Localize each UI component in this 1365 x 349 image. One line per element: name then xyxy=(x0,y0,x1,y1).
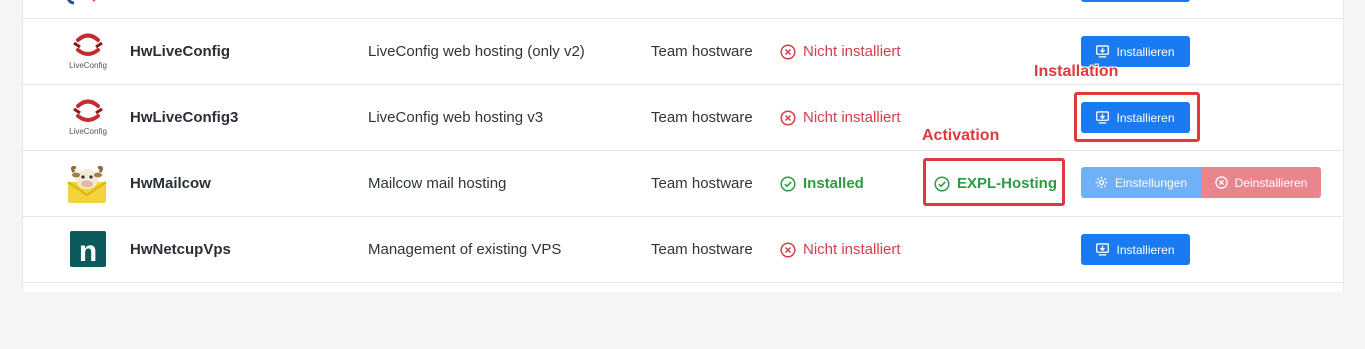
status-badge: Nicht installiert xyxy=(780,109,901,126)
liveconfig-logo-icon: LiveConfig xyxy=(69,99,107,136)
plugin-author: Team hostware xyxy=(651,175,753,192)
plugin-description: LiveConfig web hosting (only v2) xyxy=(368,43,585,60)
circle-x-icon xyxy=(780,109,796,126)
uninstall-button-label: Deinstallieren xyxy=(1234,175,1308,190)
status-badge: Nicht installiert xyxy=(780,241,901,258)
plugin-author: Team hostware xyxy=(651,43,753,60)
plugin-name: HwLiveConfig3 xyxy=(130,109,239,126)
liveconfig-logo: LiveConfig xyxy=(64,98,112,138)
svg-text:LiveConfig: LiveConfig xyxy=(69,127,107,136)
uninstall-button[interactable]: Deinstallieren xyxy=(1201,167,1321,198)
netcup-logo-icon: n xyxy=(70,231,106,268)
table-row: LiveConfig HwLiveConfig LiveConfig web h… xyxy=(22,18,1342,85)
table-row: n HwNetcupVps Management of existing VPS… xyxy=(22,216,1342,283)
install-download-icon xyxy=(1096,243,1110,256)
status-text: Nicht installiert xyxy=(803,109,901,126)
plugin-description: Mailcow mail hosting xyxy=(368,175,507,192)
circle-check-icon xyxy=(780,175,796,192)
table-row: HwMailcow Mailcow mail hosting Team host… xyxy=(22,150,1342,217)
plugin-name: HwMailcow xyxy=(130,175,211,192)
settings-button[interactable]: Einstellungen xyxy=(1081,167,1201,198)
activation-highlight-box xyxy=(923,158,1065,206)
installation-annotation-label: Installation xyxy=(1034,63,1119,80)
install-download-icon xyxy=(1096,45,1110,58)
status-text: Nicht installiert xyxy=(803,241,901,258)
gear-icon xyxy=(1095,176,1108,189)
netcup-logo: n xyxy=(64,230,112,270)
mailcow-logo xyxy=(64,164,112,204)
settings-button-label: Einstellungen xyxy=(1114,175,1188,190)
liveconfig-logo-icon: LiveConfig xyxy=(69,33,107,70)
plugin-description: Management of existing VPS xyxy=(368,241,562,258)
plugin-author: Team hostware xyxy=(651,109,753,126)
installation-highlight-box xyxy=(1074,92,1200,142)
partial-logo-icon xyxy=(67,0,96,5)
install-button-partial[interactable] xyxy=(1081,0,1190,2)
status-badge: Installed xyxy=(780,175,864,192)
svg-text:LiveConfig: LiveConfig xyxy=(69,61,107,70)
table-row-divider xyxy=(22,282,1342,349)
status-text: Installed xyxy=(803,175,864,192)
circle-x-icon xyxy=(1214,176,1228,189)
plugin-name: HwNetcupVps xyxy=(130,241,231,258)
status-text: Nicht installiert xyxy=(803,43,901,60)
svg-text:n: n xyxy=(79,235,97,268)
install-button-label: Installieren xyxy=(1116,242,1175,257)
activation-annotation-label: Activation xyxy=(922,127,1000,144)
plugin-name: HwLiveConfig xyxy=(130,43,230,60)
plugin-author: Team hostware xyxy=(651,241,753,258)
install-button-label: Installieren xyxy=(1116,44,1175,59)
liveconfig-logo: LiveConfig xyxy=(64,32,112,72)
table-row-partial xyxy=(22,0,1342,19)
circle-x-icon xyxy=(780,241,796,258)
plugin-description: LiveConfig web hosting v3 xyxy=(368,109,544,126)
mailcow-logo-icon xyxy=(67,166,107,203)
status-badge: Nicht installiert xyxy=(780,43,901,60)
circle-x-icon xyxy=(780,43,796,60)
install-button[interactable]: Installieren xyxy=(1081,234,1190,265)
